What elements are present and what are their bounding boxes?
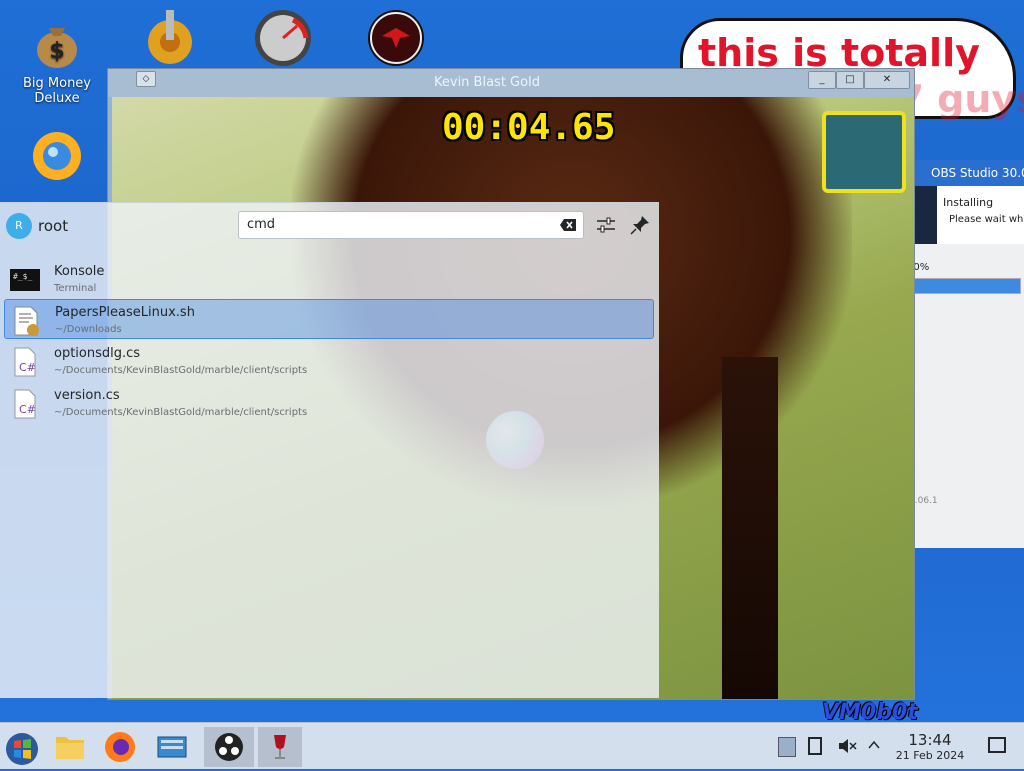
- search-field[interactable]: [238, 211, 584, 239]
- race-timer: 00:04.65: [442, 107, 616, 148]
- shell-script-icon: [11, 306, 41, 336]
- installer-message: Please wait whi: [949, 214, 1024, 225]
- maximize-button[interactable]: □: [836, 71, 864, 89]
- obs-studio-icon[interactable]: [204, 727, 254, 767]
- volume-muted-icon[interactable]: [836, 735, 858, 757]
- csharp-file-icon: C#: [10, 347, 40, 377]
- gear-icon: [140, 8, 200, 68]
- csharp-file-icon: C#: [10, 389, 40, 419]
- krunner-launcher[interactable]: R root #_$_ Konsole Terminal PapersPleas…: [0, 202, 659, 698]
- money-bag-icon: $: [27, 12, 87, 72]
- result-subtitle: ~/Documents/KevinBlastGold/marble/client…: [54, 365, 308, 376]
- result-item-konsole[interactable]: #_$_ Konsole Terminal: [4, 259, 654, 299]
- clock-date: 21 Feb 2024: [895, 749, 965, 762]
- result-subtitle: Terminal: [54, 283, 97, 294]
- window-titlebar[interactable]: Kevin Blast Gold _ □ ✕ ◇: [108, 69, 914, 97]
- clipboard-icon[interactable]: [778, 737, 796, 757]
- desktop-icon-big-money-deluxe[interactable]: $ Big Money Deluxe: [12, 12, 102, 106]
- user-avatar[interactable]: R: [6, 213, 32, 239]
- clock-time: 13:44: [908, 731, 952, 749]
- desktop-icon-when-some[interactable]: [125, 8, 215, 72]
- installer-header: Installing Please wait whi: [937, 186, 1024, 244]
- minimize-button[interactable]: _: [808, 71, 836, 89]
- desktop-icon-kevin-pc[interactable]: [238, 8, 328, 72]
- firefox-icon[interactable]: [100, 727, 140, 767]
- sun-globe-icon: [27, 126, 87, 186]
- user-name: root: [38, 217, 69, 235]
- window-title: OBS Studio 30.0: [913, 160, 1024, 186]
- clear-icon[interactable]: [559, 217, 577, 233]
- window-title: Kevin Blast Gold: [434, 75, 540, 90]
- svg-text:#_$_: #_$_: [13, 272, 32, 281]
- result-title: PapersPleaseLinux.sh: [55, 305, 195, 320]
- show-desktop-icon[interactable]: [988, 737, 1006, 753]
- desktop-icon-label: Big Money Deluxe: [22, 76, 91, 106]
- installer-status: Installing: [943, 196, 994, 209]
- result-item-optionsdlg[interactable]: C# optionsdlg.cs ~/Documents/KevinBlastG…: [4, 341, 654, 381]
- result-item-paperspleaselinux[interactable]: PapersPleaseLinux.sh ~/Downloads: [4, 299, 654, 339]
- result-subtitle: ~/Downloads: [55, 324, 122, 335]
- gauge-icon: [253, 8, 313, 68]
- svg-text:C#: C#: [19, 403, 36, 416]
- konsole-icon: #_$_: [10, 265, 40, 295]
- result-title: version.cs: [54, 388, 120, 403]
- battery-icon[interactable]: [808, 737, 822, 755]
- installer-sidebar: [913, 186, 937, 244]
- start-menu-icon[interactable]: [2, 727, 42, 767]
- progress-fill: [914, 279, 1020, 293]
- close-button[interactable]: ✕: [864, 71, 910, 89]
- taskbar: [0, 722, 1024, 769]
- desktop-icon-sun[interactable]: [12, 126, 102, 190]
- file-manager-icon[interactable]: [50, 727, 90, 767]
- chevron-up-icon[interactable]: [866, 737, 882, 753]
- search-input[interactable]: [245, 216, 549, 233]
- result-item-version[interactable]: C# version.cs ~/Documents/KevinBlastGold…: [4, 383, 654, 423]
- system-settings-icon[interactable]: [152, 727, 192, 767]
- papers-please-icon: [366, 8, 426, 68]
- result-title: Konsole: [54, 264, 105, 279]
- wine-icon[interactable]: [258, 727, 302, 767]
- window-menu-icon[interactable]: ◇: [136, 71, 156, 87]
- minimap-box: [822, 111, 906, 193]
- settings-sliders-icon[interactable]: [594, 213, 618, 237]
- install-progress-bar: [913, 278, 1021, 294]
- pin-icon[interactable]: [628, 213, 652, 237]
- desktop-icon-papers-please[interactable]: [351, 8, 441, 72]
- horse-leg: [722, 357, 778, 699]
- svg-text:C#: C#: [19, 361, 36, 374]
- result-subtitle: ~/Documents/KevinBlastGold/marble/client…: [54, 407, 308, 418]
- clock[interactable]: 13:44 21 Feb 2024: [890, 732, 970, 763]
- obs-installer-window[interactable]: OBS Studio 30.0 Installing Please wait w…: [907, 160, 1024, 548]
- result-title: optionsdlg.cs: [54, 346, 141, 361]
- svg-text:$: $: [49, 39, 64, 64]
